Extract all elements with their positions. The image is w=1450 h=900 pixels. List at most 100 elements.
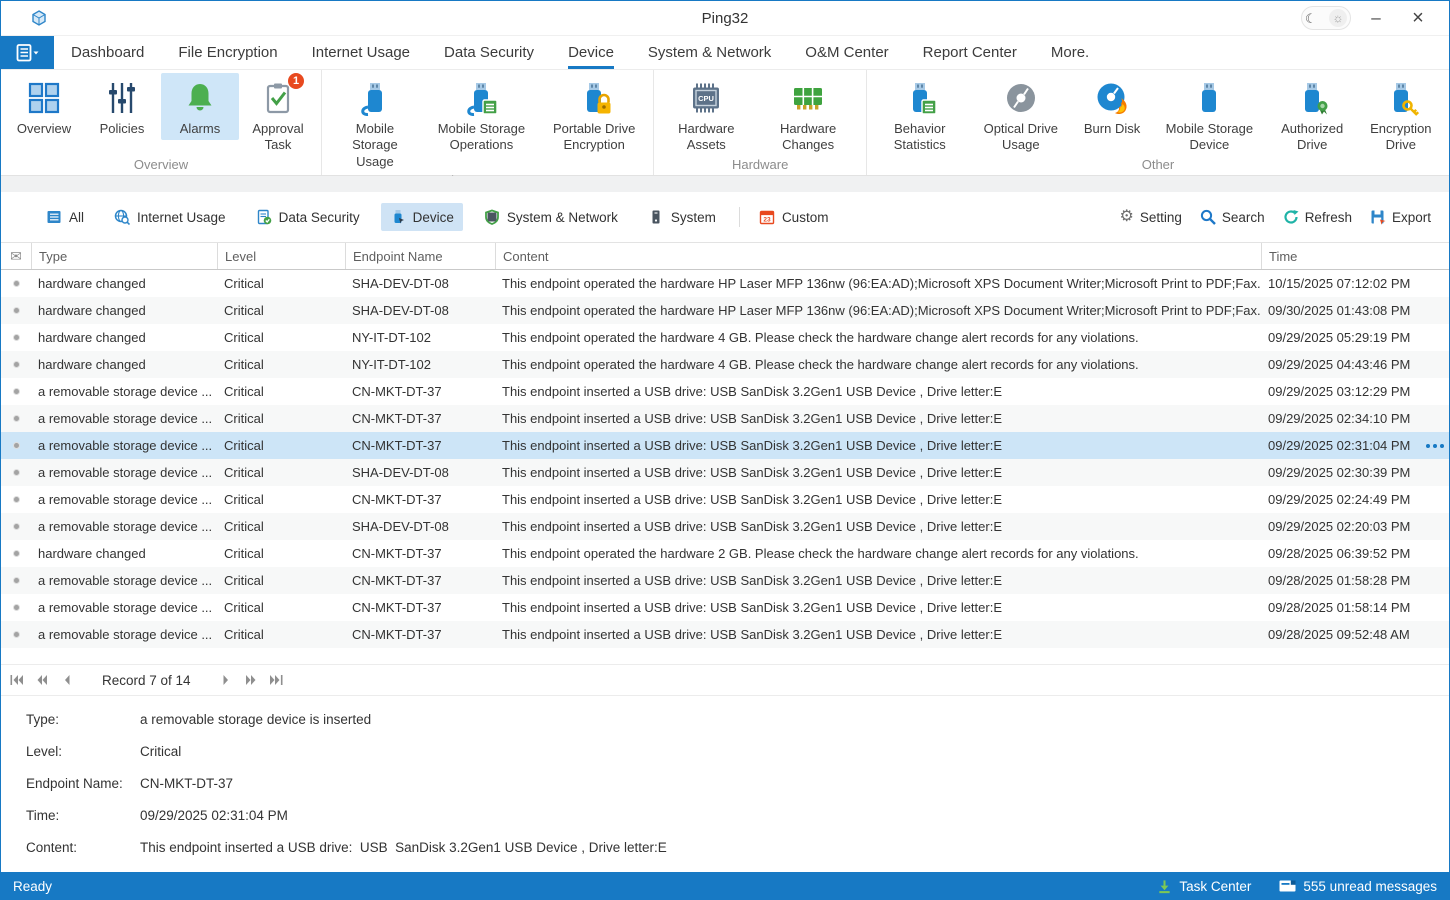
table-row[interactable]: hardware changed Critical NY-IT-DT-102 T… xyxy=(1,324,1449,351)
table-row[interactable]: hardware changed Critical NY-IT-DT-102 T… xyxy=(1,351,1449,378)
mobile-storage-operations-label: Mobile Storage Operations xyxy=(430,121,533,154)
detail-value: Critical xyxy=(140,744,181,759)
minimize-button[interactable]: – xyxy=(1359,5,1393,31)
ribbon-group-label-overview: Overview xyxy=(5,157,317,177)
detail-field-content: Content: This endpoint inserted a USB dr… xyxy=(26,840,1449,855)
mobile-storage-device-button[interactable]: Mobile Storage Device xyxy=(1151,73,1268,157)
setting-button[interactable]: ⚙ Setting xyxy=(1120,209,1182,225)
tab-dashboard[interactable]: Dashboard xyxy=(71,36,144,69)
filter-data-security-label: Data Security xyxy=(279,210,360,225)
table-row[interactable]: hardware changed Critical SHA-DEV-DT-08 … xyxy=(1,270,1449,297)
search-button[interactable]: Search xyxy=(1200,209,1265,225)
tab-more[interactable]: More. xyxy=(1051,36,1089,69)
behavior-statistics-button[interactable]: Behavior Statistics xyxy=(871,73,969,157)
cell-time: 09/29/2025 02:20:03 PM xyxy=(1261,513,1424,540)
prev-record-button[interactable] xyxy=(59,672,75,688)
fast-prev-button[interactable] xyxy=(34,672,50,688)
filter-system-network-label: System & Network xyxy=(507,210,618,225)
tab-file-encryption[interactable]: File Encryption xyxy=(178,36,277,69)
table-row[interactable]: a removable storage device ... Critical … xyxy=(1,567,1449,594)
search-label: Search xyxy=(1222,210,1265,225)
authorized-drive-button[interactable]: Authorized Drive xyxy=(1268,73,1357,157)
mobile-storage-usage-button[interactable]: Mobile Storage Usage xyxy=(326,73,424,173)
sun-icon[interactable]: ☼ xyxy=(1329,9,1347,27)
table-row[interactable]: a removable storage device ... Critical … xyxy=(1,486,1449,513)
alarms-button[interactable]: Alarms xyxy=(161,73,239,140)
tab-system-network[interactable]: System & Network xyxy=(648,36,771,69)
close-button[interactable]: × xyxy=(1401,5,1435,31)
table-row[interactable]: a removable storage device ... Critical … xyxy=(1,459,1449,486)
tab-device[interactable]: Device xyxy=(568,36,614,69)
cell-endpoint: CN-MKT-DT-37 xyxy=(345,405,495,432)
column-header-endpoint-name[interactable]: Endpoint Name xyxy=(345,243,495,269)
system-tower-icon xyxy=(648,209,664,225)
hardware-changes-button[interactable]: Hardware Changes xyxy=(754,73,862,157)
table-row[interactable]: hardware changed Critical SHA-DEV-DT-08 … xyxy=(1,297,1449,324)
refresh-button[interactable]: Refresh xyxy=(1283,209,1352,225)
hardware-assets-button[interactable]: CPU Hardware Assets xyxy=(658,73,754,157)
filter-internet-usage-label: Internet Usage xyxy=(137,210,226,225)
column-header-level[interactable]: Level xyxy=(217,243,345,269)
approval-task-button[interactable]: 1 Approval Task xyxy=(239,73,317,157)
row-status-dot xyxy=(1,297,31,324)
unread-messages-button[interactable]: 555 unread messages xyxy=(1279,879,1437,894)
filter-data-security[interactable]: Data Security xyxy=(247,203,369,231)
fast-next-button[interactable] xyxy=(243,672,259,688)
table-row[interactable]: a removable storage device ... Critical … xyxy=(1,378,1449,405)
cell-type: a removable storage device ... xyxy=(31,405,217,432)
gear-icon: ⚙ xyxy=(1120,209,1134,225)
memory-card-icon xyxy=(790,80,826,116)
cell-endpoint: CN-MKT-DT-37 xyxy=(345,621,495,648)
overview-button[interactable]: Overview xyxy=(5,73,83,140)
first-record-button[interactable] xyxy=(9,672,25,688)
tab-report-center[interactable]: Report Center xyxy=(923,36,1017,69)
cell-endpoint: CN-MKT-DT-37 xyxy=(345,378,495,405)
column-header-message[interactable]: ✉ xyxy=(1,243,31,269)
filter-system-network[interactable]: System & Network xyxy=(475,203,627,231)
column-header-type[interactable]: Type xyxy=(31,243,217,269)
filter-custom[interactable]: 23 Custom xyxy=(750,203,838,231)
table-row[interactable]: a removable storage device ... Critical … xyxy=(1,405,1449,432)
table-row-selected[interactable]: a removable storage device ... Critical … xyxy=(1,432,1449,459)
tab-internet-usage[interactable]: Internet Usage xyxy=(312,36,410,69)
usb-drive-icon xyxy=(1191,80,1227,116)
column-header-content[interactable]: Content xyxy=(495,243,1261,269)
policies-button[interactable]: Policies xyxy=(83,73,161,140)
detail-label: Type: xyxy=(26,712,140,727)
next-record-button[interactable] xyxy=(218,672,234,688)
row-status-dot xyxy=(1,621,31,648)
burn-disk-button[interactable]: Burn Disk xyxy=(1073,73,1151,140)
theme-toggle[interactable]: ☾ ☼ xyxy=(1301,6,1351,30)
export-button[interactable]: Export xyxy=(1370,209,1431,225)
detail-label: Time: xyxy=(26,808,140,823)
row-actions-icon[interactable] xyxy=(1426,432,1444,459)
moon-icon[interactable]: ☾ xyxy=(1305,12,1317,25)
cell-level: Critical xyxy=(217,351,345,378)
portable-drive-encryption-button[interactable]: Portable Drive Encryption xyxy=(539,73,649,157)
task-center-button[interactable]: Task Center xyxy=(1157,879,1251,894)
menu-tabs: Dashboard File Encryption Internet Usage… xyxy=(54,36,1106,69)
tab-data-security[interactable]: Data Security xyxy=(444,36,534,69)
main-menu-button[interactable] xyxy=(1,36,54,69)
table-row[interactable]: a removable storage device ... Critical … xyxy=(1,621,1449,648)
table-row[interactable]: a removable storage device ... Critical … xyxy=(1,513,1449,540)
network-shield-icon xyxy=(484,209,500,225)
export-icon xyxy=(1370,209,1386,225)
table-row[interactable]: a removable storage device ... Critical … xyxy=(1,594,1449,621)
tab-om-center[interactable]: O&M Center xyxy=(805,36,888,69)
filter-system[interactable]: System xyxy=(639,203,725,231)
cell-endpoint: CN-MKT-DT-37 xyxy=(345,594,495,621)
column-header-time[interactable]: Time xyxy=(1261,243,1424,269)
table-row[interactable]: hardware changed Critical CN-MKT-DT-37 T… xyxy=(1,540,1449,567)
filter-device[interactable]: Device xyxy=(381,203,463,231)
row-status-dot xyxy=(1,351,31,378)
cell-content: This endpoint inserted a USB drive: USB … xyxy=(495,405,1261,432)
cell-level: Critical xyxy=(217,513,345,540)
optical-drive-usage-button[interactable]: Optical Drive Usage xyxy=(969,73,1074,157)
filter-all[interactable]: All xyxy=(37,203,93,231)
mobile-storage-operations-button[interactable]: Mobile Storage Operations xyxy=(424,73,539,157)
encryption-drive-button[interactable]: Encryption Drive xyxy=(1357,73,1445,157)
last-record-button[interactable] xyxy=(268,672,284,688)
approval-task-button-label: Approval Task xyxy=(245,121,311,154)
filter-internet-usage[interactable]: Internet Usage xyxy=(105,203,235,231)
